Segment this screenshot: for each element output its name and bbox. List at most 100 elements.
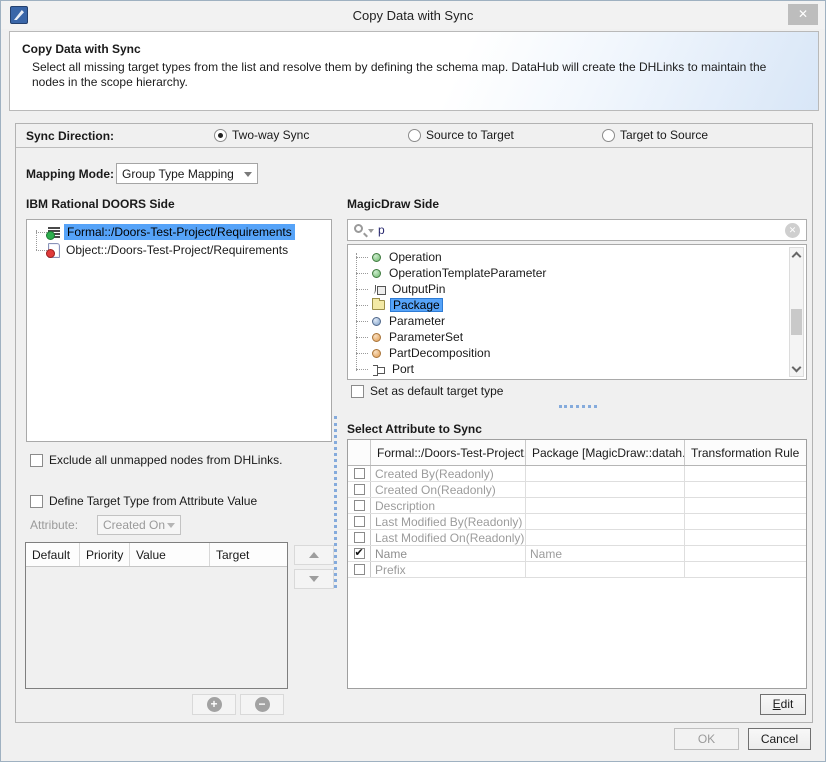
sync-option-radio[interactable]: Target to Source — [602, 128, 708, 142]
vertical-splitter-handle[interactable] — [334, 416, 337, 588]
search-input[interactable]: p ✕ — [347, 219, 807, 241]
scrollbar-thumb[interactable] — [791, 309, 802, 335]
list-item-label: Parameter — [386, 314, 448, 328]
list-item-label: ParameterSet — [386, 330, 466, 344]
search-icon — [354, 224, 363, 233]
search-options-chevron-icon[interactable] — [368, 229, 374, 233]
row-checkbox-cell[interactable] — [348, 466, 371, 481]
sync-option-radio[interactable]: Source to Target — [408, 128, 514, 142]
list-item-label: OperationTemplateParameter — [386, 266, 549, 280]
target-attribute-cell — [526, 498, 685, 513]
rule-column-header: Transformation Rule — [685, 440, 806, 465]
scroll-up-icon[interactable] — [792, 252, 802, 262]
row-checkbox-cell[interactable] — [348, 514, 371, 529]
table-row[interactable]: ✔NameName — [348, 546, 806, 562]
table-row[interactable]: Last Modified On(Readonly) — [348, 530, 806, 546]
list-item[interactable]: Package — [348, 297, 806, 313]
tree-item-label: Formal::/Doors-Test-Project/Requirements — [64, 224, 295, 240]
source-attribute-cell: Created By(Readonly) — [371, 466, 526, 481]
tree-branch-line — [356, 257, 368, 258]
list-item-label: Operation — [386, 250, 445, 264]
radio-icon[interactable] — [214, 129, 227, 142]
add-row-button[interactable]: + — [192, 694, 236, 715]
checkbox-icon[interactable] — [354, 500, 365, 511]
magicdraw-type-list[interactable]: Operation OperationTemplateParameter Outpu… — [347, 244, 807, 380]
cancel-button[interactable]: Cancel — [748, 728, 811, 750]
tree-item[interactable]: Object::/Doors-Test-Project/Requirements — [27, 241, 331, 259]
target-attribute-cell — [526, 482, 685, 497]
copy-data-with-sync-dialog: Copy Data with Sync ✕ Copy Data with Syn… — [0, 0, 826, 762]
list-item[interactable]: OutputPin — [348, 281, 806, 297]
checkbox-icon[interactable] — [354, 516, 365, 527]
sync-option-radio[interactable]: Two-way Sync — [214, 128, 309, 142]
edit-button[interactable]: Edit — [760, 694, 806, 715]
transformation-rule-cell — [685, 530, 806, 545]
checkbox-icon[interactable] — [354, 532, 365, 543]
list-item[interactable]: Parameter — [348, 313, 806, 329]
table-row[interactable]: Created By(Readonly) — [348, 466, 806, 482]
remove-row-button[interactable]: − — [240, 694, 284, 715]
value-table-column-header: Default — [26, 543, 80, 566]
checkbox-icon[interactable] — [351, 385, 364, 398]
exclude-unmapped-checkbox[interactable]: Exclude all unmapped nodes from DHLinks. — [30, 453, 282, 467]
row-checkbox-cell[interactable] — [348, 498, 371, 513]
source-attribute-cell: Name — [371, 546, 526, 561]
table-row[interactable]: Prefix — [348, 562, 806, 578]
checkbox-icon[interactable] — [354, 564, 365, 575]
define-target-type-checkbox[interactable]: Define Target Type from Attribute Value — [30, 494, 257, 508]
target-attribute-cell — [526, 530, 685, 545]
set-default-target-checkbox[interactable]: Set as default target type — [351, 384, 503, 398]
row-checkbox-cell[interactable] — [348, 530, 371, 545]
radio-icon[interactable] — [602, 129, 615, 142]
search-value: p — [378, 223, 385, 237]
horizontal-splitter-handle[interactable] — [559, 405, 597, 408]
checkbox-icon[interactable] — [354, 484, 365, 495]
checkbox-icon[interactable] — [354, 468, 365, 479]
list-item[interactable]: Operation — [348, 249, 806, 265]
mapping-mode-select[interactable]: Group Type Mapping — [116, 163, 258, 184]
attribute-select: Created On — [97, 515, 181, 535]
row-checkbox-cell[interactable] — [348, 482, 371, 497]
checkbox-icon[interactable] — [30, 495, 43, 508]
list-item-label: Package — [390, 298, 443, 312]
list-item[interactable]: ParameterSet — [348, 329, 806, 345]
transformation-rule-cell — [685, 498, 806, 513]
sync-option-label: Two-way Sync — [232, 128, 309, 142]
close-icon[interactable]: ✕ — [788, 4, 818, 25]
table-row[interactable]: Description — [348, 498, 806, 514]
target-attribute-cell — [526, 562, 685, 577]
attribute-sync-table[interactable]: Formal::/Doors-Test-Project... Package [… — [347, 439, 807, 689]
doors-tree[interactable]: Formal::/Doors-Test-Project/Requirements… — [26, 219, 332, 442]
value-table-column-header: Target — [210, 543, 287, 566]
doors-side-heading: IBM Rational DOORS Side — [26, 197, 175, 211]
title-bar: Copy Data with Sync ✕ — [1, 1, 825, 29]
list-item[interactable]: OperationTemplateParameter — [348, 265, 806, 281]
checkbox-icon[interactable] — [30, 454, 43, 467]
list-item[interactable]: Port — [348, 361, 806, 377]
define-target-type-label: Define Target Type from Attribute Value — [49, 494, 257, 508]
tree-branch-line — [356, 305, 368, 306]
scrollbar[interactable] — [789, 247, 804, 377]
list-item-label: OutputPin — [389, 282, 448, 296]
tree-item[interactable]: Formal::/Doors-Test-Project/Requirements — [27, 223, 331, 241]
radio-icon[interactable] — [408, 129, 421, 142]
arrow-up-icon — [309, 552, 319, 558]
move-down-button[interactable] — [294, 569, 334, 589]
move-up-button[interactable] — [294, 545, 334, 565]
list-item[interactable]: PartDecomposition — [348, 345, 806, 361]
row-checkbox-cell[interactable] — [348, 562, 371, 577]
checkbox-icon[interactable]: ✔ — [354, 548, 365, 559]
sync-direction-label: Sync Direction: — [26, 129, 114, 143]
table-row[interactable]: Created On(Readonly) — [348, 482, 806, 498]
value-mapping-table[interactable]: DefaultPriorityValueTarget — [25, 542, 288, 689]
sync-option-label: Source to Target — [426, 128, 514, 142]
row-checkbox-cell[interactable]: ✔ — [348, 546, 371, 561]
transformation-rule-cell — [685, 466, 806, 481]
clear-search-icon[interactable]: ✕ — [785, 223, 800, 238]
window-title: Copy Data with Sync — [1, 8, 825, 23]
value-table-column-header: Priority — [80, 543, 130, 566]
table-row[interactable]: Last Modified By(Readonly) — [348, 514, 806, 530]
ok-button[interactable]: OK — [674, 728, 739, 750]
scroll-down-icon[interactable] — [792, 363, 802, 373]
transformation-rule-cell — [685, 562, 806, 577]
